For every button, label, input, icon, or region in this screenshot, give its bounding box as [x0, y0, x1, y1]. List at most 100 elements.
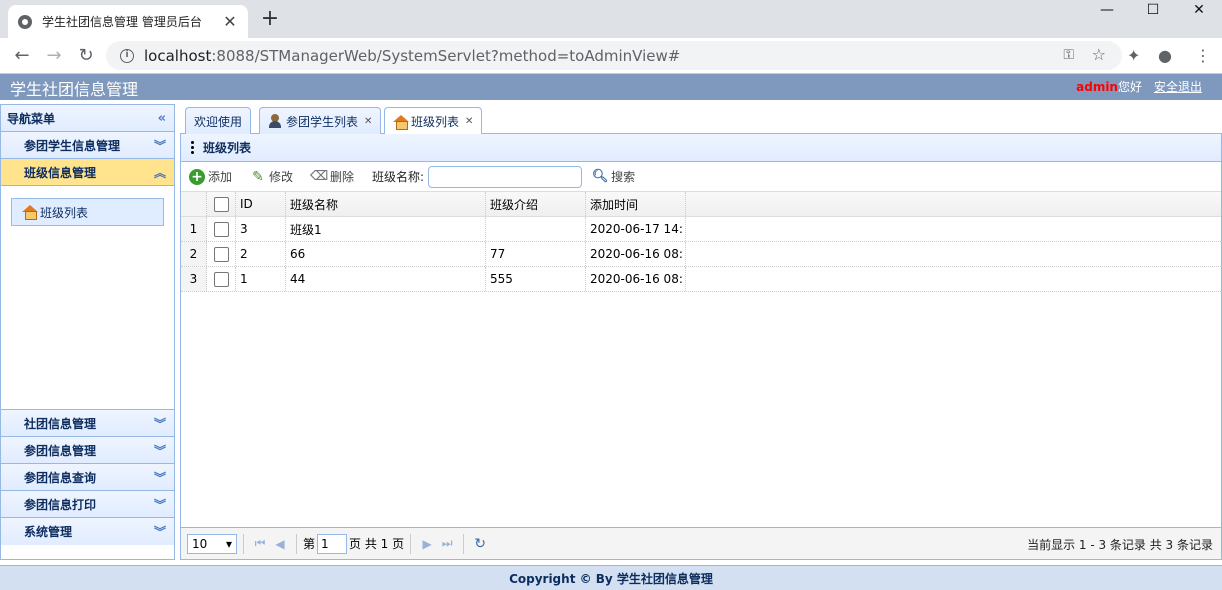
first-page-icon[interactable]: ⏮ [250, 536, 270, 551]
key-icon[interactable]: ⚿ [1063, 47, 1074, 63]
panel-title-bar: 班级列表 [181, 134, 1221, 162]
cell-id: 3 [236, 217, 286, 241]
separator [243, 533, 244, 554]
search-button[interactable]: 🔍︎ 搜索 [592, 168, 635, 185]
pencil-icon: ✎ [252, 168, 264, 185]
row-number: 1 [181, 217, 207, 241]
column-header-time[interactable]: 添加时间 [586, 192, 686, 216]
reload-icon[interactable]: ↻ [74, 44, 98, 68]
menu-icon[interactable]: ⋮ [1195, 46, 1211, 65]
sidebar-section-system[interactable]: 系统管理 ︾ [1, 518, 174, 545]
pagination-bar: 10 ▾ ⏮ ◀ 第 1 页 共 1 页 ▶ ⏭ ↻ 当前显示 1 - 3 条记录… [181, 527, 1221, 559]
column-header-id[interactable]: ID [236, 192, 286, 216]
close-tab-icon[interactable]: ✕ [364, 116, 372, 127]
home-icon [22, 205, 38, 220]
profile-icon[interactable]: ● [1158, 46, 1172, 65]
close-tab-icon[interactable]: ✕ [465, 116, 473, 127]
row-number: 3 [181, 267, 207, 291]
sidebar-section-class[interactable]: 班级信息管理 ︽ [1, 159, 174, 186]
extensions-icon[interactable]: ✦ [1127, 46, 1140, 65]
sidebar-section-label: 班级信息管理 [24, 165, 97, 180]
tab-label: 参团学生列表 [286, 114, 359, 129]
info-icon[interactable]: i [120, 48, 134, 63]
sidebar-item-class-list[interactable]: 班级列表 [11, 198, 164, 226]
search-icon: 🔍︎ [591, 169, 609, 184]
page-number-input[interactable]: 1 [317, 533, 348, 554]
row-checkbox[interactable] [207, 242, 236, 266]
username: admin [1076, 80, 1118, 94]
class-list-panel: 班级列表 + 添加 ✎ 修改 ⌫ 删除 班级名称: 🔍︎ 搜索 ID 班级名称 … [180, 134, 1222, 560]
cell-id: 1 [236, 267, 286, 291]
expand-icon: ︾ [153, 138, 166, 153]
separator [410, 533, 412, 554]
sidebar-section-label: 系统管理 [24, 525, 73, 539]
back-icon[interactable]: ← [10, 44, 34, 68]
cell-id: 2 [236, 242, 286, 266]
column-header-name[interactable]: 班级名称 [286, 192, 486, 216]
delete-button[interactable]: ⌫ 删除 [310, 168, 354, 185]
prev-page-icon[interactable]: ◀ [270, 537, 290, 551]
cell-time: 2020-06-16 08: [586, 242, 686, 266]
sidebar-section-label: 参团信息查询 [24, 470, 97, 485]
last-page-icon[interactable]: ⏭ [437, 536, 457, 551]
url-path: :8088/STManagerWeb/SystemServlet?method=… [211, 46, 681, 65]
close-tab-icon[interactable]: ✕ [222, 12, 238, 31]
url-input[interactable]: i localhost:8088/STManagerWeb/SystemServ… [106, 41, 1122, 70]
chevron-down-icon: ▾ [225, 536, 232, 551]
home-icon [393, 114, 409, 130]
tab-label: 班级列表 [411, 115, 460, 129]
greeting-text: 您好 [1117, 80, 1142, 94]
next-page-icon[interactable]: ▶ [417, 537, 437, 551]
table-row[interactable]: 1 3 班级1 2020-06-17 14: [181, 217, 1221, 242]
main-area: 欢迎使用 参团学生列表 ✕ 班级列表 ✕ 班级列表 + 添加 ✎ 修改 ⌫ 删除… [180, 104, 1222, 560]
sidebar-section-print[interactable]: 参团信息打印 ︾ [1, 491, 174, 518]
logout-link[interactable]: 安全退出 [1154, 78, 1202, 95]
footer: Copyright © By 学生社团信息管理 [0, 565, 1222, 590]
new-tab-button[interactable]: + [258, 6, 282, 31]
browser-tab[interactable]: 学生社团信息管理 管理员后台 ✕ [8, 5, 248, 38]
page-suffix: 页 共 1 页 [349, 537, 405, 551]
tab-label: 欢迎使用 [194, 114, 243, 129]
cell-info: 77 [486, 242, 586, 266]
browser-tabbar: 学生社团信息管理 管理员后台 ✕ + — ☐ ✕ [0, 0, 1222, 38]
sidebar-title: 导航菜单 [7, 111, 56, 126]
select-all-checkbox[interactable] [207, 192, 236, 216]
sidebar-section-label: 参团信息管理 [24, 443, 97, 458]
cell-name: 44 [286, 267, 486, 291]
maximize-icon[interactable]: ☐ [1130, 0, 1176, 20]
row-checkbox[interactable] [207, 217, 236, 241]
add-button[interactable]: + 添加 [189, 168, 232, 185]
sidebar-section-label: 参团学生信息管理 [24, 138, 121, 153]
page-size-value: 10 [192, 536, 208, 551]
app-header: 学生社团信息管理 admin您好 安全退出 [0, 74, 1222, 100]
edit-button[interactable]: ✎ 修改 [250, 168, 293, 185]
sidebar-section-club[interactable]: 社团信息管理 ︾ [1, 410, 174, 437]
cell-time: 2020-06-17 14: [586, 217, 686, 241]
row-checkbox[interactable] [207, 267, 236, 291]
tab-student-list[interactable]: 参团学生列表 ✕ [259, 107, 382, 134]
expand-icon: ︾ [153, 525, 166, 539]
class-name-search-input[interactable] [428, 165, 583, 188]
sidebar-section-join[interactable]: 参团信息管理 ︾ [1, 437, 174, 464]
forward-icon[interactable]: → [42, 44, 66, 68]
separator [296, 533, 297, 554]
page-size-select[interactable]: 10 ▾ [187, 533, 237, 554]
expand-icon: ︾ [153, 443, 166, 458]
row-number: 2 [181, 242, 207, 266]
table-row[interactable]: 3 1 44 555 2020-06-16 08: [181, 267, 1221, 292]
expand-icon: ︾ [153, 416, 166, 431]
close-window-icon[interactable]: ✕ [1176, 0, 1222, 20]
star-icon[interactable]: ☆ [1092, 45, 1106, 64]
table-row[interactable]: 2 2 66 77 2020-06-16 08: [181, 242, 1221, 267]
collapse-icon: ︽ [153, 165, 166, 180]
collapse-sidebar-icon[interactable]: « [158, 111, 166, 126]
minimize-icon[interactable]: — [1084, 0, 1130, 20]
sidebar-section-query[interactable]: 参团信息查询 ︾ [1, 464, 174, 491]
expand-icon: ︾ [153, 470, 166, 485]
cell-time: 2020-06-16 08: [586, 267, 686, 291]
sidebar-section-student[interactable]: 参团学生信息管理 ︾ [1, 132, 174, 159]
refresh-icon[interactable]: ↻ [470, 536, 490, 552]
tab-class-list[interactable]: 班级列表 ✕ [384, 107, 483, 135]
column-header-info[interactable]: 班级介绍 [486, 192, 586, 216]
tab-welcome[interactable]: 欢迎使用 [185, 107, 252, 134]
